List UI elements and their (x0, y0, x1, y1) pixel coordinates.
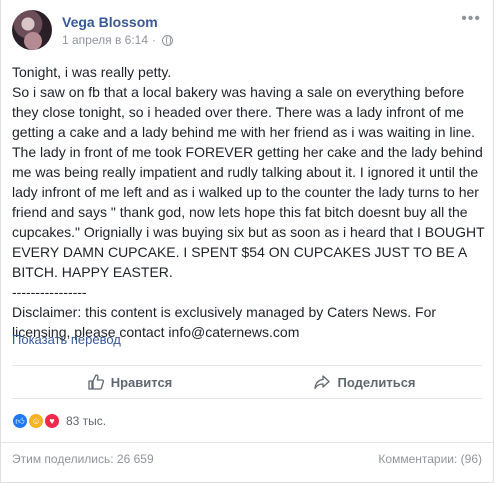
post-text-paragraph: So i saw on fb that a local bakery was h… (12, 84, 485, 280)
like-button[interactable]: Нравится (12, 366, 247, 398)
meta-separator: · (152, 33, 157, 47)
share-arrow-icon (314, 375, 331, 390)
action-bar: Нравится Поделиться (12, 365, 482, 399)
avatar[interactable] (12, 10, 52, 50)
reactions-count: 83 тыс. (66, 414, 107, 428)
author-name[interactable]: Vega Blossom (62, 14, 158, 30)
post-header: Vega Blossom 1 апреля в 6:14 · ••• (12, 10, 483, 54)
footer-divider (1, 442, 493, 443)
like-button-label: Нравится (110, 374, 173, 390)
like-reaction-icon: 👍︎ (12, 413, 28, 429)
comments-count[interactable]: Комментарии: (96) (378, 452, 482, 466)
see-translation-link[interactable]: Показать перевод (12, 332, 121, 347)
more-options-icon[interactable]: ••• (461, 10, 481, 28)
post-text-divider: ---------------- (12, 284, 87, 300)
globe-icon (162, 34, 174, 46)
facebook-post: Vega Blossom 1 апреля в 6:14 · ••• Tonig… (0, 0, 494, 483)
share-button-label: Поделиться (337, 374, 416, 390)
share-button[interactable]: Поделиться (247, 366, 482, 398)
post-text-line: Tonight, i was really petty. (12, 64, 172, 80)
haha-reaction-icon: ☺ (28, 413, 44, 429)
love-reaction-icon: ♥ (44, 413, 60, 429)
post-body: Tonight, i was really petty. So i saw on… (12, 62, 488, 342)
thumbs-up-icon (88, 374, 104, 390)
post-footer: Этим поделились: 26 659 Комментарии: (96… (12, 452, 482, 466)
reactions-summary[interactable]: 👍︎ ☺ ♥ 83 тыс. (12, 413, 106, 429)
shares-count[interactable]: Этим поделились: 26 659 (12, 452, 154, 466)
post-meta: 1 апреля в 6:14 · (62, 33, 174, 47)
post-date[interactable]: 1 апреля в 6:14 (62, 33, 148, 47)
